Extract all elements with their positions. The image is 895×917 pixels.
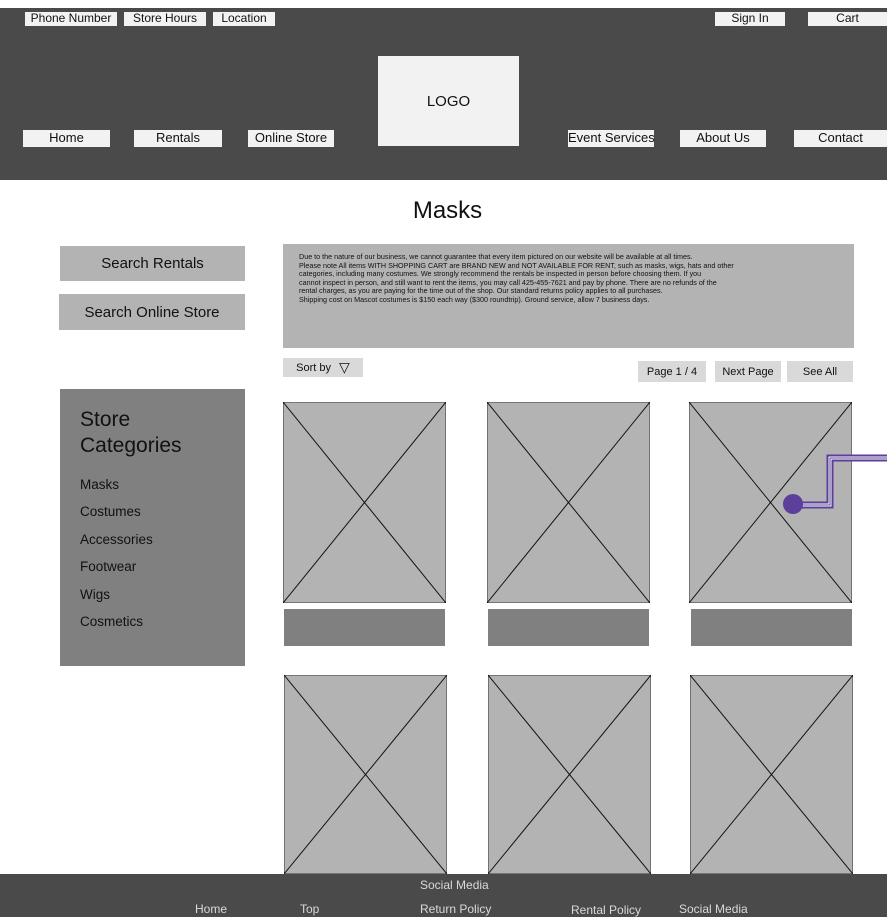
product-image-placeholder[interactable] xyxy=(283,402,446,603)
nav-online-store[interactable]: Online Store xyxy=(248,130,334,147)
cart-link[interactable]: Cart xyxy=(808,12,887,26)
category-cosmetics[interactable]: Cosmetics xyxy=(80,608,225,635)
location-link[interactable]: Location xyxy=(213,12,275,26)
nav-home[interactable]: Home xyxy=(23,130,110,147)
sort-by-dropdown[interactable]: Sort by ▽ xyxy=(283,358,363,377)
category-footwear[interactable]: Footwear xyxy=(80,553,225,580)
annotation-connector xyxy=(783,454,895,514)
phone-number-link[interactable]: Phone Number xyxy=(25,12,117,26)
site-logo[interactable]: LOGO xyxy=(378,56,519,146)
search-rentals-button[interactable]: Search Rentals xyxy=(60,246,245,281)
product-caption-bar[interactable] xyxy=(691,609,852,646)
nav-rentals[interactable]: Rentals xyxy=(134,130,222,147)
store-notice: Due to the nature of our business, we ca… xyxy=(283,244,854,348)
chevron-down-icon: ▽ xyxy=(339,359,350,375)
store-hours-link[interactable]: Store Hours xyxy=(124,12,206,26)
footer-link-rental-policy[interactable]: Rental Policy xyxy=(571,903,641,917)
footer-link-top[interactable]: Top xyxy=(300,902,319,916)
product-image-placeholder[interactable] xyxy=(690,675,853,874)
next-page-button[interactable]: Next Page xyxy=(715,361,781,382)
search-online-store-button[interactable]: Search Online Store xyxy=(59,294,245,330)
category-masks[interactable]: Masks xyxy=(80,471,225,498)
product-caption-bar[interactable] xyxy=(488,609,649,646)
nav-event-services[interactable]: Event Services xyxy=(568,130,655,147)
notice-line: Shipping cost on Mascot costumes is $150… xyxy=(299,294,650,304)
sign-in-link[interactable]: Sign In xyxy=(715,12,785,26)
page-title: Masks xyxy=(412,197,483,224)
search-online-store-label: Search Online Store xyxy=(84,303,220,321)
product-caption-bar[interactable] xyxy=(284,609,445,646)
nav-contact[interactable]: Contact xyxy=(794,130,887,147)
store-categories-panel: Store Categories Masks Costumes Accessor… xyxy=(60,389,245,666)
annotation-dot xyxy=(783,494,803,514)
category-wigs[interactable]: Wigs xyxy=(80,581,225,608)
sort-by-label: Sort by xyxy=(296,361,332,374)
product-image-placeholder[interactable] xyxy=(487,402,650,603)
page-indicator: Page 1 / 4 xyxy=(638,361,706,382)
nav-about-us[interactable]: About Us xyxy=(680,130,766,147)
footer-link-return-policy[interactable]: Return Policy xyxy=(420,902,491,916)
footer-social-heading: Social Media xyxy=(420,878,489,892)
footer-link-social-media[interactable]: Social Media xyxy=(679,902,748,916)
right-edge xyxy=(887,0,895,917)
product-image-placeholder[interactable] xyxy=(284,675,447,874)
category-accessories[interactable]: Accessories xyxy=(80,526,225,553)
categories-title: Store Categories xyxy=(80,408,182,457)
see-all-button[interactable]: See All xyxy=(787,361,853,382)
footer-link-home[interactable]: Home xyxy=(195,902,227,916)
logo-text: LOGO xyxy=(426,92,471,110)
search-rentals-label: Search Rentals xyxy=(101,255,204,272)
category-costumes[interactable]: Costumes xyxy=(80,498,225,525)
product-image-placeholder[interactable] xyxy=(488,675,651,874)
top-strip xyxy=(0,0,895,8)
